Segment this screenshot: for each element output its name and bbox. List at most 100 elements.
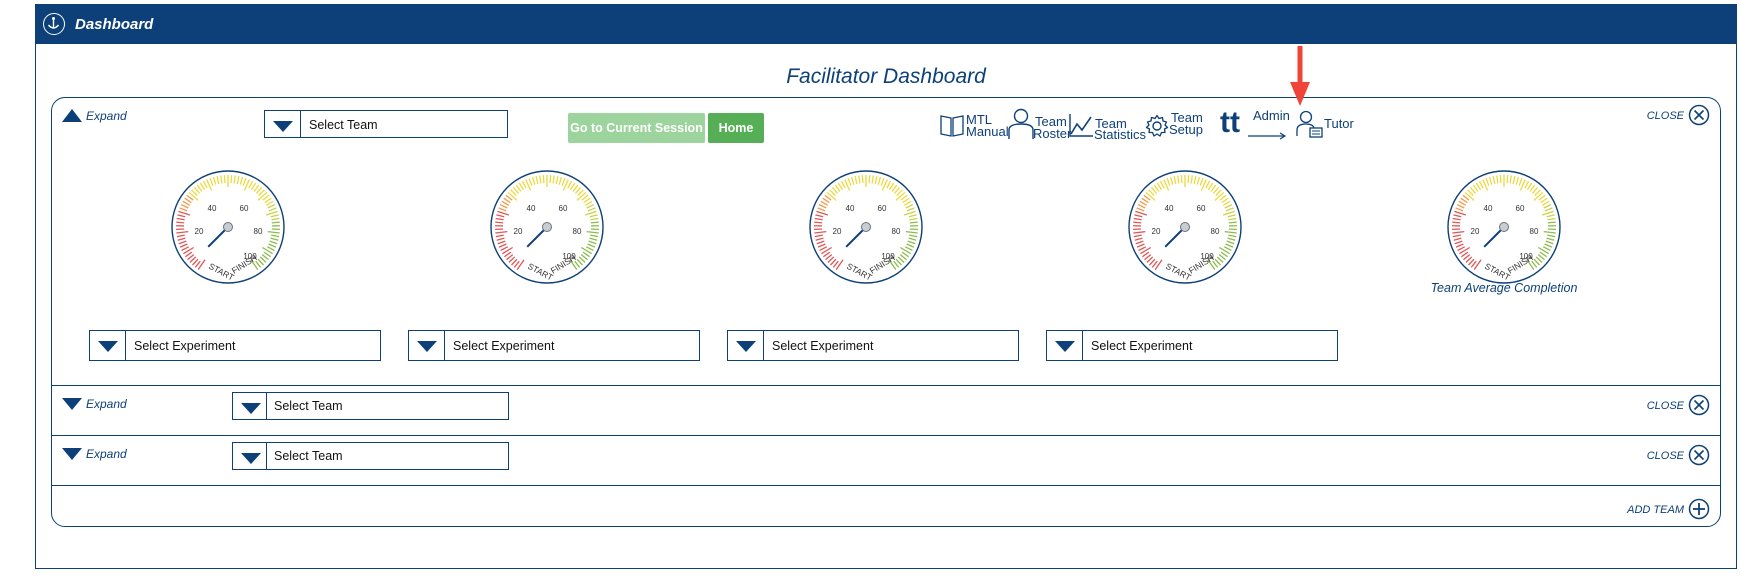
window-title: Dashboard (75, 16, 154, 33)
gauge-tick (1228, 221, 1237, 224)
gauge-hub (223, 222, 233, 232)
close-label: CLOSE (1646, 110, 1684, 122)
gauge-tick (542, 175, 545, 184)
gauge-hub (861, 222, 871, 232)
progress-gauge: 20 40 60 80 100 START FINISH (1126, 168, 1244, 286)
experiment-select[interactable]: Select Experiment (89, 330, 381, 361)
experiment-select-value: Select Experiment (453, 339, 555, 353)
expand-toggle[interactable]: Expand (62, 445, 132, 463)
gear-icon (1145, 114, 1169, 137)
team-setup-link[interactable]: Team Setup (1145, 108, 1215, 142)
dropdown-arrow-icon (1047, 331, 1083, 360)
gauge-hub (542, 222, 552, 232)
progress-gauge: 20 40 60 80 100 START FINISH (488, 168, 606, 286)
gauge-scale-label: 60 (1197, 204, 1206, 213)
tool-label: Roster (1033, 126, 1072, 141)
average-completion-caption: Team Average Completion (1430, 281, 1578, 295)
row-divider (52, 385, 1720, 386)
add-team-label: ADD TEAM (1627, 504, 1684, 516)
dropdown-arrow-icon (409, 331, 445, 360)
gauge-scale-label: 60 (240, 204, 249, 213)
experiment-select-value: Select Experiment (772, 339, 874, 353)
mtl-manual-link[interactable]: MTL Manual (939, 108, 1009, 142)
gauge-tick (176, 221, 185, 224)
close-label: CLOSE (1646, 400, 1684, 412)
admin-link[interactable]: tt Admin (1220, 108, 1292, 142)
compass-logo-icon (43, 13, 65, 35)
person-icon (1008, 108, 1034, 139)
dashboard-window: Dashboard Facilitator Dashboard Expand S… (35, 4, 1737, 569)
close-team-button[interactable]: CLOSE (1620, 394, 1710, 418)
gauge-tick (495, 221, 504, 224)
expand-toggle[interactable]: Expand (62, 395, 132, 413)
tutor-link[interactable]: Tutor (1296, 108, 1366, 142)
svg-text:tt: tt (1220, 108, 1240, 139)
row-divider (52, 485, 1720, 486)
progress-gauge: 20 40 60 80 100 START FINISH (807, 168, 925, 286)
tool-label: Tutor (1324, 116, 1354, 131)
gauge-scale-label: 40 (846, 204, 855, 213)
tutor-icon (1296, 110, 1323, 138)
experiment-select[interactable]: Select Experiment (727, 330, 1019, 361)
team-select-value: Select Team (274, 449, 343, 463)
gauge-tick (868, 175, 871, 184)
gauge-tick (1547, 221, 1556, 224)
gauge-tick (223, 175, 226, 184)
book-icon (940, 115, 964, 137)
title-bar: Dashboard (36, 5, 1736, 44)
dropdown-arrow-icon (90, 331, 126, 360)
gauge-tick (590, 221, 599, 224)
gauge-scale-label: 60 (559, 204, 568, 213)
dropdown-arrow-icon (233, 443, 267, 469)
team-select[interactable]: Select Team (264, 110, 508, 138)
expand-toggle[interactable]: Expand (62, 106, 132, 124)
plus-circle-icon (1688, 498, 1710, 520)
gauge-tick (1133, 221, 1142, 224)
close-team-button[interactable]: CLOSE (1620, 104, 1710, 128)
gauge-scale-label: 80 (892, 227, 901, 236)
gauge-tick (230, 175, 233, 184)
gauge-hub (1180, 222, 1190, 232)
close-icon (1688, 444, 1710, 466)
close-label: CLOSE (1646, 450, 1684, 462)
team-select-value: Select Team (274, 399, 343, 413)
tool-label: Admin (1253, 108, 1290, 123)
gauge-scale-label: 20 (195, 227, 204, 236)
gauge-tick (814, 221, 823, 224)
add-team-button[interactable]: ADD TEAM (1600, 498, 1710, 522)
gauge-scale-label: 60 (878, 204, 887, 213)
experiment-select[interactable]: Select Experiment (1046, 330, 1338, 361)
collapse-triangle-icon (62, 109, 82, 122)
experiment-select-value: Select Experiment (134, 339, 236, 353)
team-statistics-link[interactable]: Team Statistics (1068, 108, 1150, 142)
annotation-arrow-icon (1290, 46, 1310, 106)
gauge-scale-label: 80 (1530, 227, 1539, 236)
close-icon (1688, 104, 1710, 126)
gauge-tick (1452, 221, 1461, 224)
line-chart-icon (1069, 114, 1093, 137)
tool-label: Setup (1169, 122, 1203, 137)
expand-label: Expand (86, 109, 127, 123)
home-button[interactable]: Home (708, 113, 764, 143)
team-select-value: Select Team (309, 118, 378, 132)
dropdown-arrow-icon (728, 331, 764, 360)
experiment-select[interactable]: Select Experiment (408, 330, 700, 361)
team-select[interactable]: Select Team (232, 442, 509, 470)
gauge-tick (1499, 175, 1502, 184)
dropdown-arrow-icon (233, 393, 267, 419)
teams-panel: Expand Select Team Go to Current Session… (51, 97, 1721, 527)
go-to-current-session-button[interactable]: Go to Current Session (568, 113, 705, 143)
gauge-scale-label: 80 (573, 227, 582, 236)
gauge-scale-label: 20 (514, 227, 523, 236)
tool-label: Manual (966, 124, 1009, 139)
team-select[interactable]: Select Team (232, 392, 509, 420)
close-icon (1688, 394, 1710, 416)
page-title: Facilitator Dashboard (786, 65, 986, 88)
team-roster-link[interactable]: Team Roster (1007, 108, 1077, 142)
gauge-hub (1499, 222, 1509, 232)
gauge-scale-label: 80 (254, 227, 263, 236)
close-team-button[interactable]: CLOSE (1620, 444, 1710, 468)
gauge-tick (1187, 175, 1190, 184)
gauge-tick (1506, 175, 1509, 184)
gauge-scale-label: 40 (1484, 204, 1493, 213)
